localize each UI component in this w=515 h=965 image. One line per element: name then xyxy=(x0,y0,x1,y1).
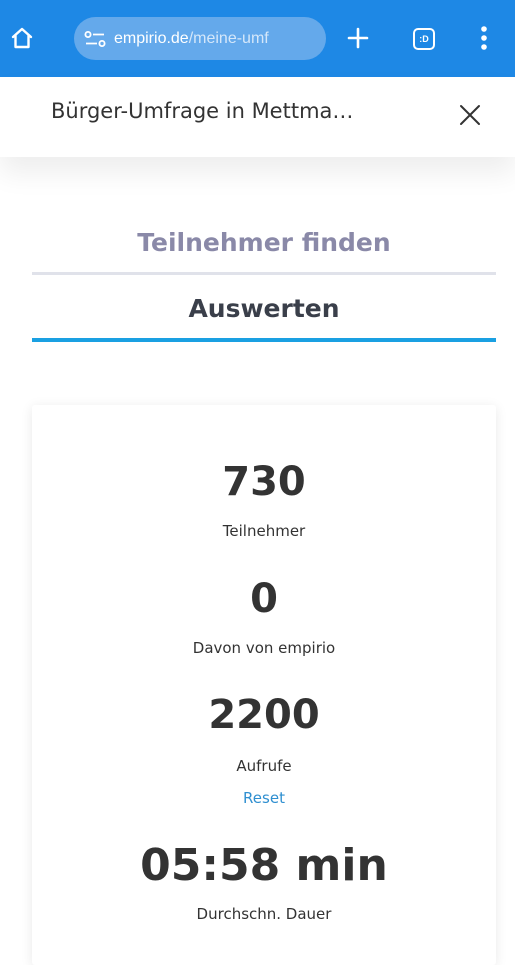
plus-icon xyxy=(347,27,369,49)
new-tab-button[interactable] xyxy=(340,20,376,56)
url-path: /meine-umf xyxy=(188,29,269,47)
empirio-participants-label: Davon von empirio xyxy=(192,639,336,657)
address-bar[interactable]: empirio.de/meine-umf xyxy=(74,17,326,60)
stats-card: 730 Teilnehmer 0 Davon von empirio 2200 … xyxy=(32,405,496,965)
average-duration-label: Durchschn. Dauer xyxy=(196,905,332,923)
tab-switcher-button[interactable]: :D xyxy=(406,21,442,57)
close-icon xyxy=(460,105,480,125)
tab-count-label: :D xyxy=(419,34,429,44)
tab-auswerten[interactable]: Auswerten xyxy=(32,291,496,342)
reset-views-link[interactable]: Reset xyxy=(32,788,496,808)
browser-toolbar: empirio.de/meine-umf :D xyxy=(0,0,515,77)
url-domain: empirio.de xyxy=(114,29,189,47)
site-info-icon[interactable] xyxy=(84,30,106,48)
tab-teilnehmer-finden[interactable]: Teilnehmer finden xyxy=(32,225,496,275)
tab-switcher-icon: :D xyxy=(413,28,435,50)
browser-menu-button[interactable] xyxy=(466,20,502,56)
page-header: Bürger-Umfrage in Mettma… xyxy=(0,77,515,157)
participants-label: Teilnehmer xyxy=(222,522,306,540)
more-vert-icon xyxy=(481,26,487,50)
views-label: Aufrufe xyxy=(236,757,292,775)
empirio-participants-count: 0 xyxy=(250,576,278,622)
home-button[interactable] xyxy=(4,20,40,56)
home-icon xyxy=(11,27,33,49)
views-count: 2200 xyxy=(208,692,320,738)
page-title: Bürger-Umfrage in Mettma… xyxy=(51,99,354,123)
close-button[interactable] xyxy=(452,97,488,133)
average-duration-value: 05:58 min xyxy=(140,840,388,891)
participants-count: 730 xyxy=(222,459,306,505)
